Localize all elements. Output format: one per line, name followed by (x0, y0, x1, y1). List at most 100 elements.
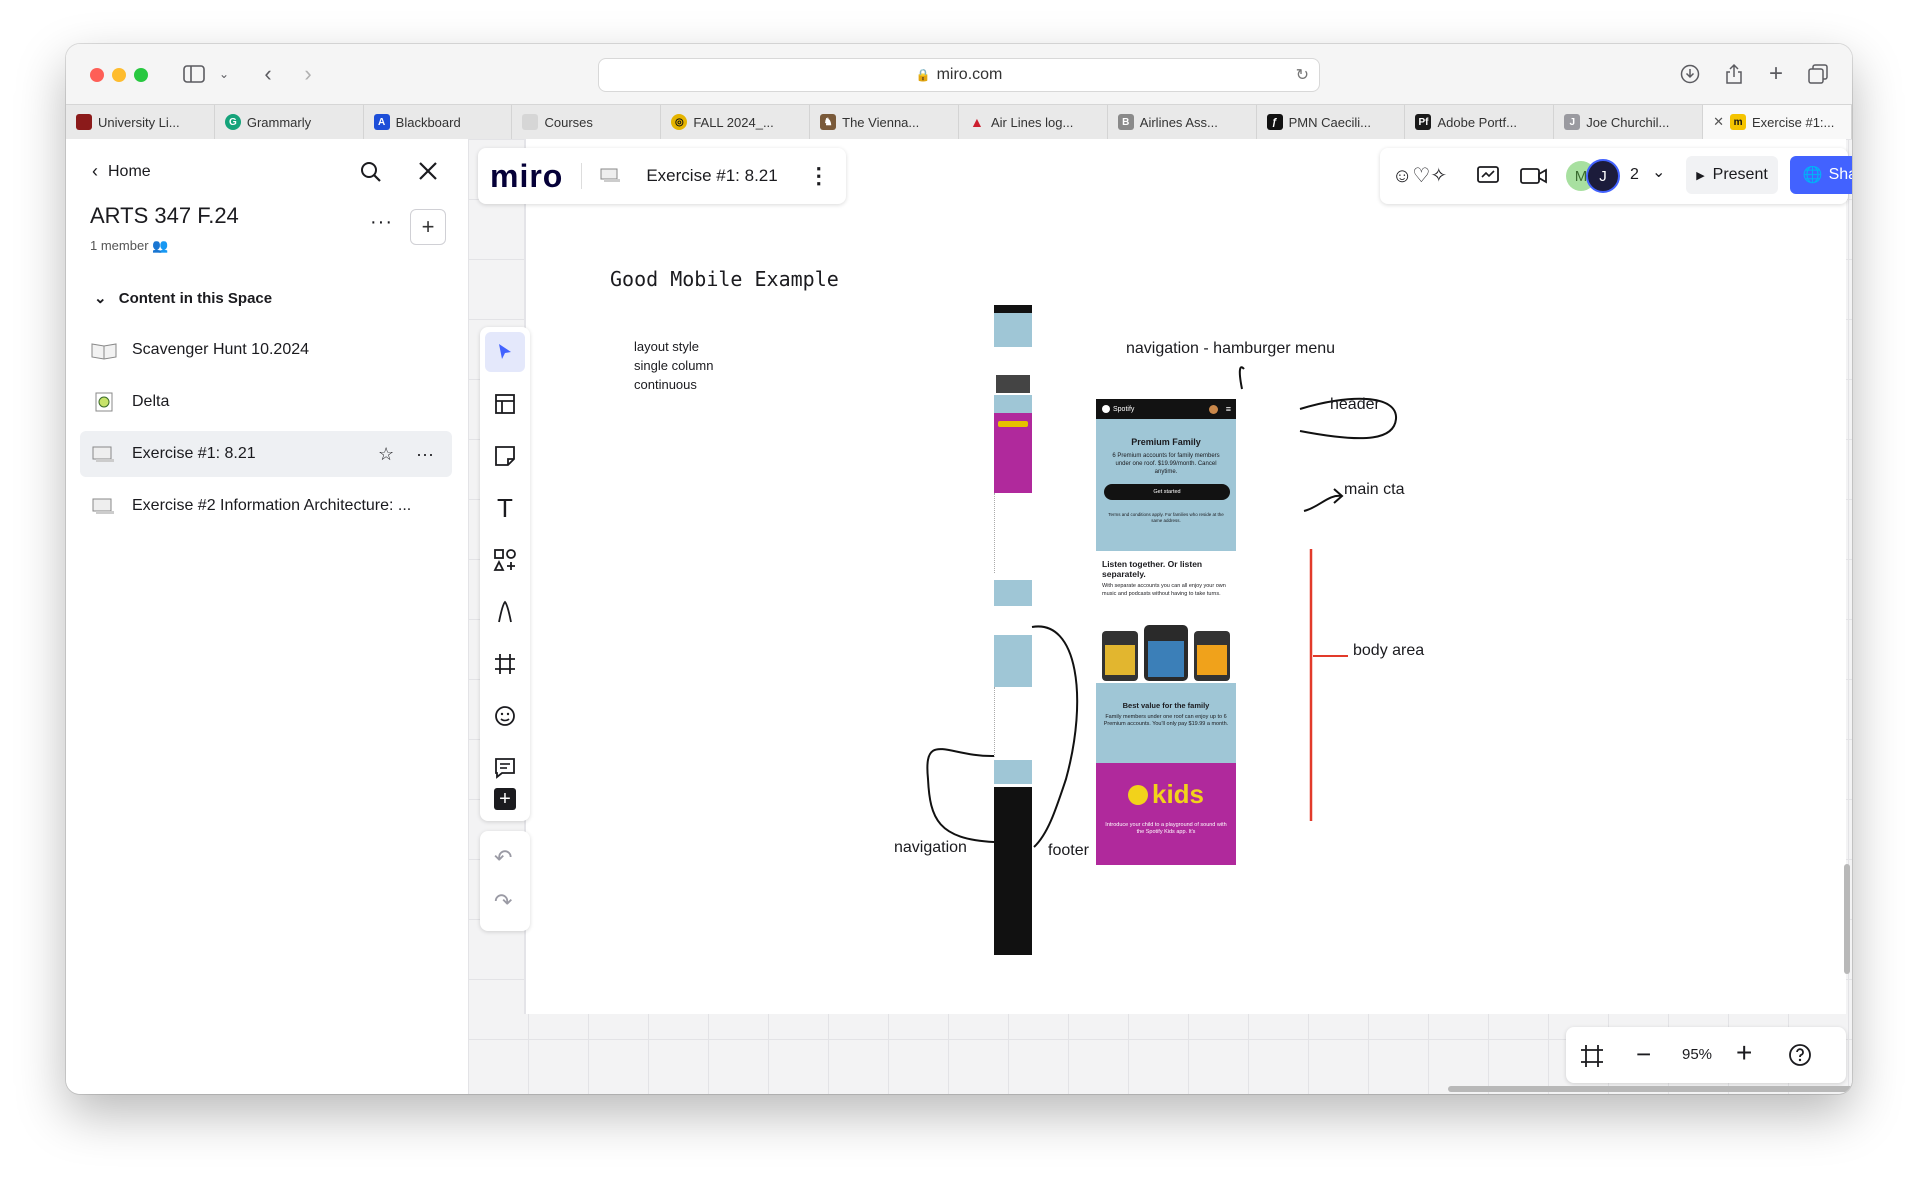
tab-joe-churchill[interactable]: J Joe Churchil... (1554, 105, 1704, 139)
mobile-value-title: Best value for the family (1122, 701, 1210, 710)
tab-courses[interactable]: Courses (512, 105, 662, 139)
fit-frame-icon[interactable] (1580, 1044, 1604, 1068)
chevron-down-icon[interactable]: ⌄ (216, 60, 232, 88)
add-content-button[interactable]: + (410, 209, 446, 245)
grammarly-favicon-icon: G (224, 114, 241, 130)
url-text: miro.com (936, 66, 1003, 83)
tab-the-vienna[interactable]: ♞ The Vienna... (810, 105, 959, 139)
tab-label: The Vienna... (842, 114, 920, 130)
download-icon[interactable] (1678, 60, 1702, 88)
footer-bracket (1031, 625, 1079, 848)
horizontal-scrollbar[interactable] (1448, 1086, 1852, 1092)
mobile-kids-logo: kids (1096, 779, 1236, 810)
board-canvas[interactable]: miro Exercise #1: 8.21 ⋮ ☺♡✧ M J 2 ⌄ ▶ P… (468, 139, 1852, 1094)
tab-overview-icon[interactable] (1806, 60, 1830, 88)
tab-bar: University Li... G Grammarly A Blackboard … (66, 104, 1852, 140)
airlines-favicon-icon: B (1117, 114, 1134, 130)
sidebar-item-label: Scavenger Hunt 10.2024 (132, 341, 310, 358)
more-options-icon[interactable]: ··· (370, 211, 393, 234)
home-link[interactable]: ‹ Home (92, 161, 151, 182)
sidebar-item-delta[interactable]: Delta (80, 379, 452, 425)
delta-favicon-icon: ▲ (970, 114, 984, 130)
zoom-out-icon[interactable]: − (1636, 1039, 1651, 1070)
tab-label: University Li... (98, 114, 180, 130)
tab-label: PMN Caecili... (1288, 114, 1371, 130)
mobile-hero-title: Premium Family (1131, 437, 1201, 447)
reload-icon[interactable]: ↻ (1296, 65, 1309, 85)
mobile-listen-section: Listen together. Or listen separately. W… (1096, 551, 1236, 683)
vienna-favicon-icon: ♞ (820, 114, 837, 130)
space-sidebar: ‹ Home ARTS 347 F.24 1 member 👥 ··· + ⌄ … (66, 139, 469, 1094)
avatar (1209, 404, 1218, 414)
sidebar-item-scavenger-hunt[interactable]: Scavenger Hunt 10.2024 (80, 327, 452, 373)
tab-label: Grammarly (246, 114, 312, 130)
forward-icon[interactable]: › (296, 60, 320, 88)
new-tab-icon[interactable]: + (1764, 60, 1788, 88)
back-icon[interactable]: ‹ (256, 60, 280, 88)
tab-airlines-ass[interactable]: B Airlines Ass... (1108, 105, 1257, 139)
pmn-favicon-icon: ƒ (1266, 114, 1283, 130)
address-bar[interactable]: 🔒 miro.com ↻ (598, 58, 1320, 92)
zoom-in-icon[interactable]: + (1736, 1037, 1752, 1069)
minimize-window-button[interactable] (112, 68, 126, 82)
miro-favicon-icon: m (1730, 114, 1747, 130)
annotation-main-cta[interactable]: main cta (1344, 481, 1404, 499)
search-icon[interactable] (360, 161, 382, 188)
hamburger-arrow (1238, 366, 1245, 390)
close-window-button[interactable] (90, 68, 104, 82)
tab-pmn[interactable]: ƒ PMN Caecili... (1257, 105, 1406, 139)
adobe-favicon-icon: Pf (1415, 114, 1432, 130)
navigation-bracket (926, 748, 995, 843)
annotation-header[interactable]: header (1330, 396, 1380, 414)
space-title: ARTS 347 F.24 (90, 203, 239, 228)
mobile-value-text: Family members under one roof can enjoy … (1103, 714, 1229, 728)
hamburger-menu-icon: ≡ (1225, 404, 1231, 414)
title-bar: ⌄ ‹ › 🔒 miro.com ↻ + (66, 44, 1852, 104)
university-favicon-icon (76, 114, 92, 130)
tab-grammarly[interactable]: G Grammarly (215, 105, 364, 139)
chevron-down-icon: ⌄ (94, 290, 107, 307)
tab-air-lines[interactable]: ▲ Air Lines log... (959, 105, 1108, 139)
tab-adobe-portfolio[interactable]: Pf Adobe Portf... (1405, 105, 1555, 139)
tab-label: Adobe Portf... (1437, 114, 1517, 130)
tab-university-library[interactable]: University Li... (66, 105, 215, 139)
tab-label: Blackboard (395, 114, 461, 130)
tab-label: FALL 2024_... (693, 114, 774, 130)
tab-fall-2024[interactable]: ◎ FALL 2024_... (661, 105, 811, 139)
sidebar-item-exercise-1[interactable]: Exercise #1: 8.21 ☆ ··· (80, 431, 452, 477)
more-options-icon[interactable]: ··· (416, 444, 434, 465)
star-icon[interactable]: ☆ (378, 444, 394, 465)
tab-blackboard[interactable]: A Blackboard (364, 105, 513, 139)
share-icon[interactable] (1722, 60, 1746, 88)
content-section-header[interactable]: ⌄ Content in this Space (94, 289, 272, 307)
spotify-logo-icon (1127, 784, 1148, 805)
help-icon[interactable] (1788, 1043, 1812, 1067)
zoom-controls: − 95% + (1566, 1027, 1846, 1083)
member-count-label: 1 member (90, 238, 149, 253)
annotation-navigation[interactable]: navigation (894, 839, 967, 857)
board-thumbnail-icon (92, 446, 114, 462)
home-label: Home (108, 162, 151, 180)
tab-label: Courses (544, 114, 593, 130)
tab-label: Air Lines log... (990, 114, 1074, 130)
sidebar-item-label: Delta (132, 393, 170, 410)
vertical-scrollbar[interactable] (1844, 864, 1850, 974)
annotation-body-area[interactable]: body area (1353, 642, 1424, 660)
close-icon[interactable] (418, 161, 438, 186)
maximize-window-button[interactable] (134, 68, 148, 82)
sidebar-toggle-icon[interactable] (180, 60, 208, 88)
mobile-cta-button: Get started (1104, 484, 1230, 501)
annotation-nav-hamburger[interactable]: navigation - hamburger menu (1126, 340, 1335, 358)
close-tab-icon[interactable]: ✕ (1713, 114, 1724, 130)
sidebar-item-label: Exercise #2 Information Architecture: ..… (132, 497, 412, 514)
zoom-level[interactable]: 95% (1682, 1046, 1712, 1063)
blackboard-favicon-icon: A (373, 114, 390, 130)
sidebar-item-exercise-2[interactable]: Exercise #2 Information Architecture: ..… (80, 483, 452, 529)
annotation-footer[interactable]: footer (1048, 842, 1089, 860)
mobile-header: Spotify ≡ (1096, 399, 1236, 419)
tab-exercise-1[interactable]: ✕ m Exercise #1:... (1703, 105, 1852, 139)
chevron-left-icon: ‹ (92, 161, 98, 181)
board-thumbnail-icon (92, 498, 114, 514)
mobile-screenshot[interactable]: Spotify ≡ Premium Family 6 Premium accou… (1096, 399, 1236, 865)
mobile-listen-text: With separate accounts you can all enjoy… (1102, 583, 1226, 597)
